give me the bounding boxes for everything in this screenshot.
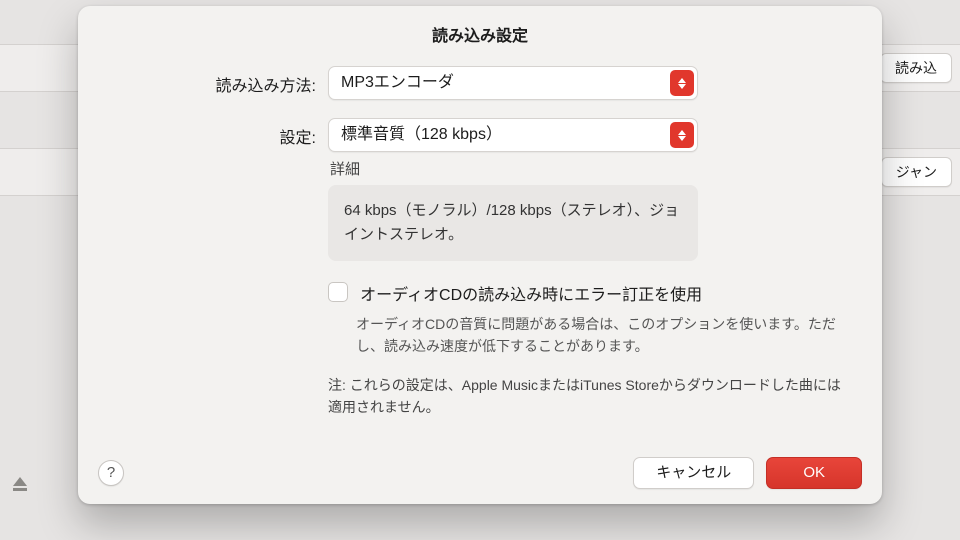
setting-label: 設定: — [78, 118, 328, 148]
error-correction-label: オーディオCDの読み込み時にエラー訂正を使用 — [360, 287, 702, 304]
help-button[interactable]: ? — [98, 460, 124, 486]
chevron-updown-icon — [670, 122, 694, 148]
import-method-select[interactable]: MP3エンコーダ — [328, 66, 698, 100]
import-method-value: MP3エンコーダ — [341, 74, 454, 91]
details-heading: 詳細 — [330, 158, 708, 179]
ok-button[interactable]: OK — [766, 457, 862, 489]
chevron-updown-icon — [670, 70, 694, 96]
cancel-button[interactable]: キャンセル — [633, 457, 754, 489]
quality-select[interactable]: 標準音質（128 kbps） — [328, 118, 698, 152]
quality-value: 標準音質（128 kbps） — [341, 126, 502, 143]
dialog-title: 読み込み設定 — [78, 6, 882, 54]
import-method-label: 読み込み方法: — [78, 66, 328, 96]
error-correction-checkbox[interactable] — [328, 282, 348, 302]
eject-icon — [10, 474, 30, 494]
import-settings-dialog: 読み込み設定 読み込み方法: MP3エンコーダ 設定: 標準音質（128 kbp… — [78, 6, 882, 504]
error-correction-description: オーディオCDの音質に問題がある場合は、このオプションを使います。ただし、読み込… — [356, 313, 842, 358]
apple-music-note: 注: これらの設定は、Apple MusicまたはiTunes Storeからダ… — [328, 374, 842, 419]
bg-genre-button: ジャン — [881, 157, 952, 187]
bg-import-button: 読み込 — [880, 53, 952, 83]
details-box: 64 kbps（モノラル）/128 kbps（ステレオ）、ジョイントステレオ。 — [328, 185, 698, 261]
